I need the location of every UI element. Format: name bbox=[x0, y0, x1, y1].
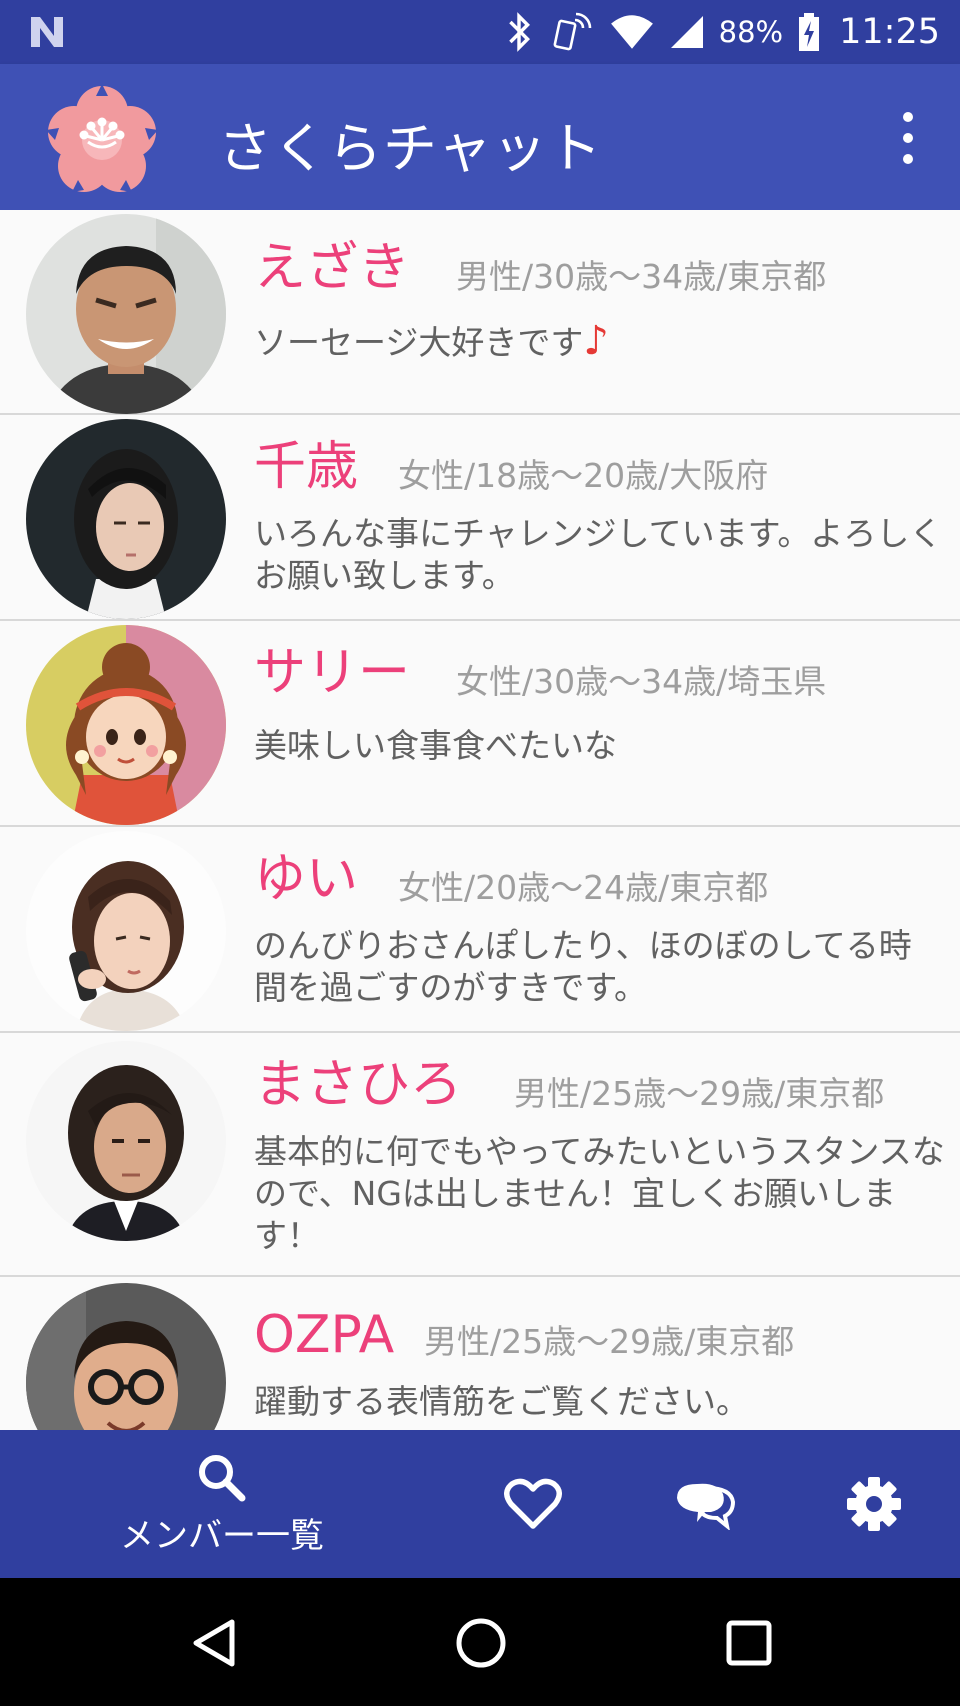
member-name: ゆい bbox=[254, 849, 359, 909]
wifi-icon bbox=[610, 15, 653, 49]
nav-chat[interactable] bbox=[665, 1430, 745, 1578]
back-icon[interactable] bbox=[190, 1618, 240, 1668]
list-item[interactable]: OZPA 男性/25歳〜29歳/東京都 躍動する表情筋をご覧ください。 bbox=[0, 1277, 960, 1430]
member-name: サリー bbox=[254, 643, 411, 703]
avatar bbox=[26, 419, 226, 619]
member-bio: のんびりおさんぽしたり、ほのぼのしてる時間を過ごすのがすきです。 bbox=[254, 926, 912, 1007]
member-meta: 男性/25歳〜29歳/東京都 bbox=[424, 1322, 795, 1361]
bottom-navigation: メンバー一覧 bbox=[0, 1430, 960, 1578]
avatar bbox=[26, 214, 226, 414]
list-item[interactable]: えざき 男性/30歳〜34歳/東京都 ソーセージ大好きです♪ bbox=[0, 210, 960, 415]
signal-icon bbox=[670, 16, 703, 48]
member-bio: 基本的に何でもやってみたいというスタンスなので、NGは出しません！宜しくお願いし… bbox=[254, 1132, 945, 1255]
member-name: OZPA bbox=[254, 1305, 395, 1365]
avatar bbox=[26, 625, 226, 825]
member-name: えざき bbox=[254, 238, 411, 298]
member-meta: 女性/20歳〜24歳/東京都 bbox=[398, 868, 769, 907]
bluetooth-icon bbox=[508, 12, 530, 52]
member-bio: 美味しい食事食べたいな bbox=[254, 726, 617, 765]
member-bio: いろんな事にチャレンジしています。よろしくお願い致します。 bbox=[254, 514, 943, 595]
member-meta: 女性/30歳〜34歳/埼玉県 bbox=[456, 662, 827, 701]
heart-icon bbox=[504, 1478, 562, 1529]
member-bio: ソーセージ大好きです♪ bbox=[254, 320, 944, 364]
nav-favorites[interactable] bbox=[493, 1430, 573, 1578]
chat-icon bbox=[677, 1483, 736, 1530]
nfc-phone-icon bbox=[553, 12, 591, 51]
member-meta: 女性/18歳〜20歳/大阪府 bbox=[398, 456, 769, 495]
status-bar: 88% 11:25 bbox=[0, 0, 960, 64]
status-clock: 11:25 bbox=[839, 12, 940, 52]
member-list[interactable]: えざき 男性/30歳〜34歳/東京都 ソーセージ大好きです♪ 千歳 女性/18歳… bbox=[0, 210, 960, 1430]
music-note-icon: ♪ bbox=[583, 318, 609, 364]
nav-member-list-label: メンバー一覧 bbox=[120, 1515, 324, 1556]
nav-member-list[interactable]: メンバー一覧 bbox=[104, 1430, 340, 1578]
settings-icon bbox=[847, 1477, 901, 1531]
list-item[interactable]: ゆい 女性/20歳〜24歳/東京都 のんびりおさんぽしたり、ほのぼのしてる時間を… bbox=[0, 827, 960, 1033]
avatar bbox=[26, 1283, 226, 1430]
app-bar: さくらチャット bbox=[0, 64, 960, 210]
avatar bbox=[26, 1041, 226, 1241]
app-title: さくらチャット bbox=[218, 117, 603, 180]
battery-percent: 88% bbox=[718, 15, 784, 49]
list-item[interactable]: サリー 女性/30歳〜34歳/埼玉県 美味しい食事食べたいな bbox=[0, 621, 960, 827]
search-icon bbox=[199, 1454, 246, 1501]
list-item[interactable]: まさひろ 男性/25歳〜29歳/東京都 基本的に何でもやってみたいというスタンス… bbox=[0, 1033, 960, 1277]
member-bio-text: ソーセージ大好きです bbox=[254, 323, 584, 362]
nav-settings[interactable] bbox=[834, 1430, 914, 1578]
sakura-flower-icon bbox=[46, 84, 158, 192]
member-name: まさひろ bbox=[254, 1055, 463, 1115]
battery-charging-icon bbox=[799, 13, 820, 51]
n-logo-icon bbox=[31, 17, 63, 47]
system-navigation-bar bbox=[0, 1578, 960, 1706]
member-meta: 男性/30歳〜34歳/東京都 bbox=[456, 257, 827, 296]
more-vert-icon[interactable] bbox=[896, 112, 920, 164]
recent-apps-icon[interactable] bbox=[724, 1618, 774, 1668]
member-meta: 男性/25歳〜29歳/東京都 bbox=[514, 1074, 885, 1113]
list-item[interactable]: 千歳 女性/18歳〜20歳/大阪府 いろんな事にチャレンジしています。よろしくお… bbox=[0, 415, 960, 621]
member-bio: 躍動する表情筋をご覧ください。 bbox=[254, 1382, 749, 1421]
avatar bbox=[26, 831, 226, 1031]
member-name: 千歳 bbox=[254, 437, 359, 497]
home-icon[interactable] bbox=[454, 1616, 508, 1670]
